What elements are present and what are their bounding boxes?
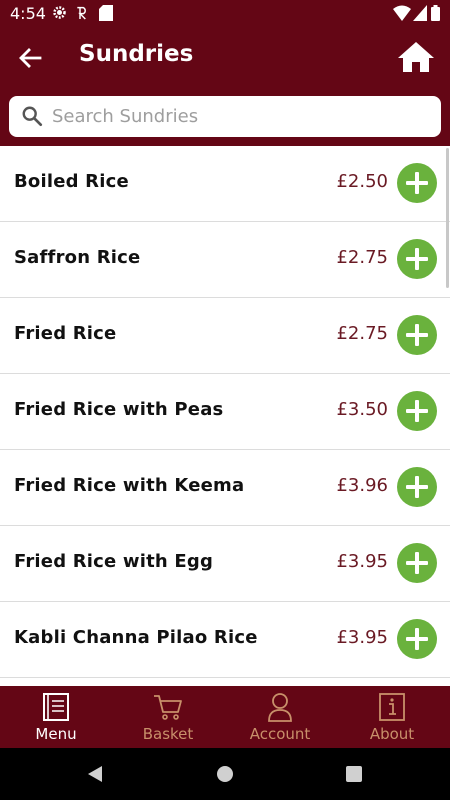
menu-book-icon <box>43 693 69 721</box>
sd-card-icon <box>99 5 113 21</box>
item-name: Fried Rice with Keema <box>14 475 245 496</box>
list-item[interactable]: Fried Rice with Peas £3.50 <box>0 374 450 450</box>
add-to-basket-button[interactable] <box>397 163 437 203</box>
system-home-icon[interactable] <box>216 765 234 783</box>
list-scrollbar[interactable] <box>446 148 449 288</box>
person-icon <box>268 693 292 722</box>
battery-icon <box>431 5 440 21</box>
search-bar-container <box>0 88 450 146</box>
list-item[interactable]: Kabli Channa Pilao Rice £3.95 <box>0 602 450 678</box>
system-recents-icon[interactable] <box>346 766 362 782</box>
item-price: £2.75 <box>336 247 388 268</box>
item-name: Kabli Channa Pilao Rice <box>14 627 258 648</box>
nav-menu-label: Menu <box>35 725 77 743</box>
item-price: £3.95 <box>336 627 388 648</box>
nav-about-label: About <box>369 725 415 743</box>
app-notification-icon <box>77 6 86 20</box>
search-icon <box>22 106 43 127</box>
system-back-icon[interactable] <box>86 765 104 783</box>
bottom-navigation: Menu Basket Account About <box>0 686 450 748</box>
list-item[interactable]: Saffron Rice £2.75 <box>0 222 450 298</box>
cell-signal-icon <box>413 5 427 21</box>
list-item[interactable]: Fried Rice with Keema £3.96 <box>0 450 450 526</box>
add-to-basket-button[interactable] <box>397 543 437 583</box>
app-bar: Sundries <box>0 26 450 88</box>
item-name: Boiled Rice <box>14 171 129 192</box>
nav-basket[interactable]: Basket <box>112 686 224 748</box>
list-item[interactable]: Boiled Rice £2.50 <box>0 146 450 222</box>
status-bar: 4:54 <box>0 0 450 26</box>
settings-gear-icon <box>53 6 66 19</box>
item-price: £3.95 <box>336 551 388 572</box>
item-price: £3.96 <box>336 475 388 496</box>
nav-account[interactable]: Account <box>224 686 336 748</box>
item-price: £2.75 <box>336 323 388 344</box>
back-arrow-icon[interactable] <box>14 42 46 74</box>
home-icon[interactable] <box>396 40 436 74</box>
sundries-list: Boiled Rice £2.50 Saffron Rice £2.75 Fri… <box>0 146 450 686</box>
cart-icon <box>154 695 182 720</box>
list-item[interactable]: Fried Rice with Egg £3.95 <box>0 526 450 602</box>
search-box[interactable] <box>9 96 441 137</box>
add-to-basket-button[interactable] <box>397 239 437 279</box>
add-to-basket-button[interactable] <box>397 315 437 355</box>
wifi-icon <box>393 5 411 21</box>
item-name: Saffron Rice <box>14 247 141 268</box>
add-to-basket-button[interactable] <box>397 467 437 507</box>
page-title: Sundries <box>79 41 194 67</box>
info-icon <box>379 693 405 721</box>
add-to-basket-button[interactable] <box>397 619 437 659</box>
system-navigation-bar <box>0 748 450 800</box>
item-price: £2.50 <box>336 171 388 192</box>
search-input[interactable] <box>52 101 432 131</box>
status-time: 4:54 <box>10 4 46 23</box>
add-to-basket-button[interactable] <box>397 391 437 431</box>
nav-menu[interactable]: Menu <box>0 686 112 748</box>
item-name: Fried Rice with Egg <box>14 551 214 572</box>
nav-account-label: Account <box>249 725 311 743</box>
item-name: Fried Rice with Peas <box>14 399 224 420</box>
nav-basket-label: Basket <box>142 725 194 743</box>
item-name: Fried Rice <box>14 323 117 344</box>
list-item[interactable]: Fried Rice £2.75 <box>0 298 450 374</box>
nav-about[interactable]: About <box>336 686 448 748</box>
item-price: £3.50 <box>336 399 388 420</box>
